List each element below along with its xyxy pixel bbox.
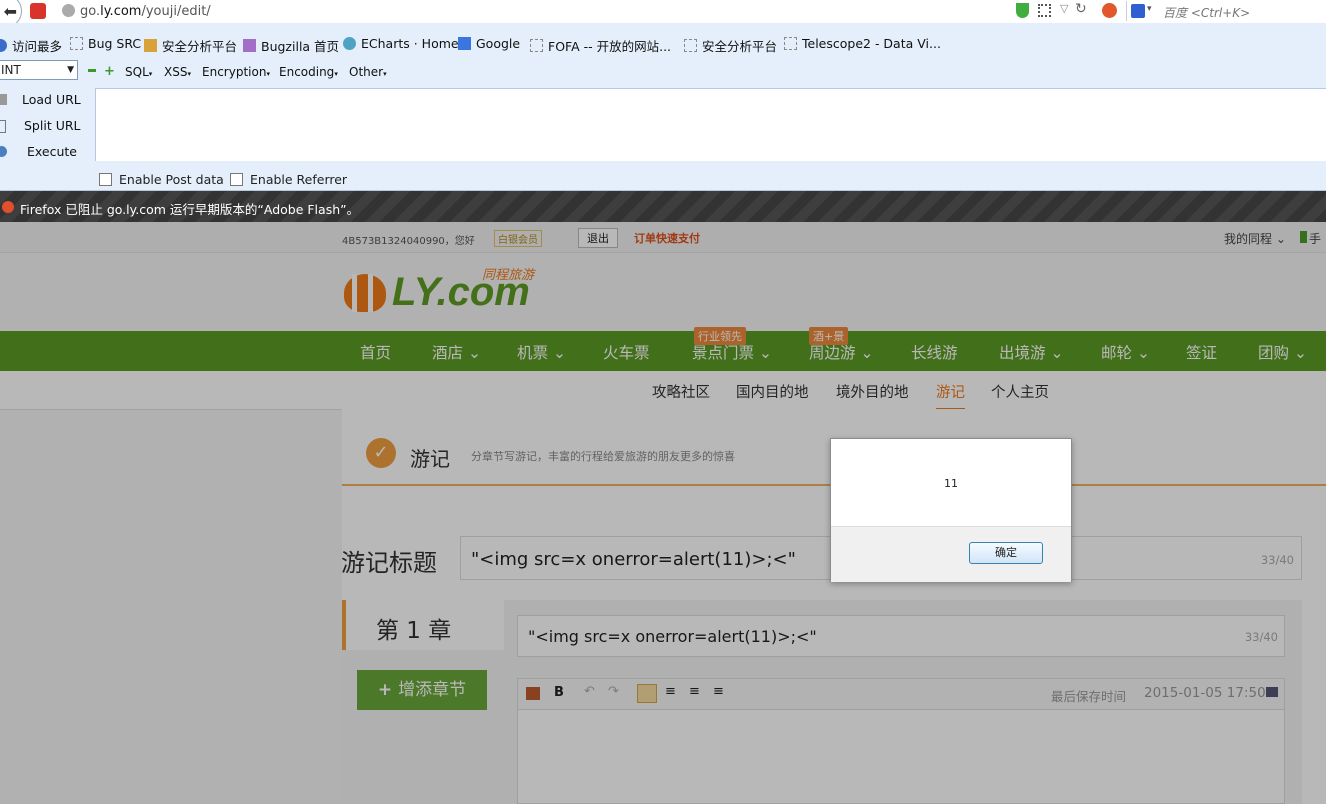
enable-referrer-checkbox[interactable]: Enable Referrer bbox=[230, 172, 347, 187]
dropdown-icon[interactable]: ▽ bbox=[1060, 2, 1068, 15]
bookmark-bug-src[interactable]: Bug SRC bbox=[70, 36, 141, 51]
hackbar-menu-encryption[interactable]: Encryption▾ bbox=[202, 65, 270, 79]
baidu-icon bbox=[1131, 4, 1145, 18]
plus-icon[interactable]: + bbox=[104, 64, 115, 79]
execute-button[interactable]: Execute bbox=[27, 144, 77, 159]
back-arrow-icon: ⬅ bbox=[3, 1, 17, 21]
execute-icon bbox=[0, 146, 7, 157]
load-url-button[interactable]: Load URL bbox=[22, 92, 81, 107]
bookmark-icon bbox=[784, 37, 797, 50]
shield-icon bbox=[1016, 3, 1029, 18]
modal-overlay bbox=[0, 222, 1326, 804]
checkbox-box bbox=[99, 173, 112, 186]
bookmark-security-platform[interactable]: 安全分析平台 bbox=[144, 36, 237, 55]
chevron-down-icon: ▼ bbox=[67, 65, 74, 75]
hackbar-url-textarea[interactable] bbox=[95, 88, 1326, 161]
checkbox-box bbox=[230, 173, 243, 186]
hackbar-menu-sql[interactable]: SQL▾ bbox=[125, 65, 152, 79]
bookmark-fofa[interactable]: FOFA -- 开放的网站... bbox=[530, 36, 671, 55]
bookmarks-toolbar: 访问最多 Bug SRC 安全分析平台 Bugzilla 首页 ECharts … bbox=[0, 23, 1326, 59]
hackbar-menu-other[interactable]: Other▾ bbox=[349, 65, 387, 79]
bookmark-icon bbox=[0, 39, 7, 52]
hackbar-menu-xss[interactable]: XSS▾ bbox=[164, 65, 191, 79]
bookmark-icon bbox=[343, 37, 356, 50]
hackbar-panel: INT ▼ + SQL▾ XSS▾ Encryption▾ Encoding▾ O… bbox=[0, 59, 1326, 191]
ok-button[interactable]: 确定 bbox=[969, 542, 1043, 564]
bookmark-icon bbox=[144, 39, 157, 52]
search-box[interactable]: ▾ 百度 <Ctrl+K> bbox=[1126, 1, 1326, 21]
bookmark-echarts[interactable]: ECharts · Home bbox=[343, 36, 459, 51]
reload-icon[interactable]: ↻ bbox=[1075, 1, 1087, 17]
bookmark-icon bbox=[243, 39, 256, 52]
enable-post-checkbox[interactable]: Enable Post data bbox=[99, 172, 224, 187]
alert-footer: 确定 bbox=[831, 526, 1071, 582]
bookmark-icon bbox=[530, 39, 543, 52]
globe-icon bbox=[62, 4, 75, 17]
plugin-warning-icon bbox=[2, 201, 14, 213]
bookmark-google[interactable]: Google bbox=[458, 36, 520, 51]
bookmark-icon bbox=[70, 37, 83, 50]
load-url-icon bbox=[0, 94, 7, 105]
qr-code-icon[interactable] bbox=[1038, 4, 1051, 17]
blocked-plugin-icon[interactable] bbox=[1102, 3, 1117, 18]
search-placeholder: 百度 <Ctrl+K> bbox=[1163, 6, 1251, 20]
bookmark-bugzilla[interactable]: Bugzilla 首页 bbox=[243, 36, 339, 55]
alert-dialog: 11 确定 bbox=[830, 438, 1072, 582]
bookmark-icon bbox=[684, 39, 697, 52]
hackbar-menu-encoding[interactable]: Encoding▾ bbox=[279, 65, 338, 79]
split-url-button[interactable]: Split URL bbox=[24, 118, 81, 133]
plugin-blocked-notification: Firefox 已阻止 go.ly.com 运行早期版本的“Adobe Flas… bbox=[0, 191, 1326, 222]
bookmark-icon bbox=[458, 37, 471, 50]
bookmark-security-platform-2[interactable]: 安全分析平台 bbox=[684, 36, 777, 55]
minus-icon[interactable] bbox=[88, 69, 96, 72]
alert-message: 11 bbox=[944, 477, 958, 490]
hackbar-select[interactable]: INT ▼ bbox=[0, 60, 78, 80]
bookmark-telescope[interactable]: Telescope2 - Data Vi... bbox=[784, 36, 941, 51]
search-engine-dropdown-icon[interactable]: ▾ bbox=[1147, 4, 1152, 14]
url-field[interactable]: go.ly.com/youji/edit/ bbox=[80, 4, 211, 19]
bookmark-most-visited[interactable]: 访问最多 bbox=[0, 36, 62, 55]
notification-text: Firefox 已阻止 go.ly.com 运行早期版本的“Adobe Flas… bbox=[20, 202, 360, 217]
site-favicon-icon bbox=[30, 3, 46, 19]
url-bar: ⬅ go.ly.com/youji/edit/ ▽ ↻ ▾ 百度 <Ctrl+K… bbox=[0, 0, 1326, 28]
split-url-icon bbox=[0, 120, 6, 133]
